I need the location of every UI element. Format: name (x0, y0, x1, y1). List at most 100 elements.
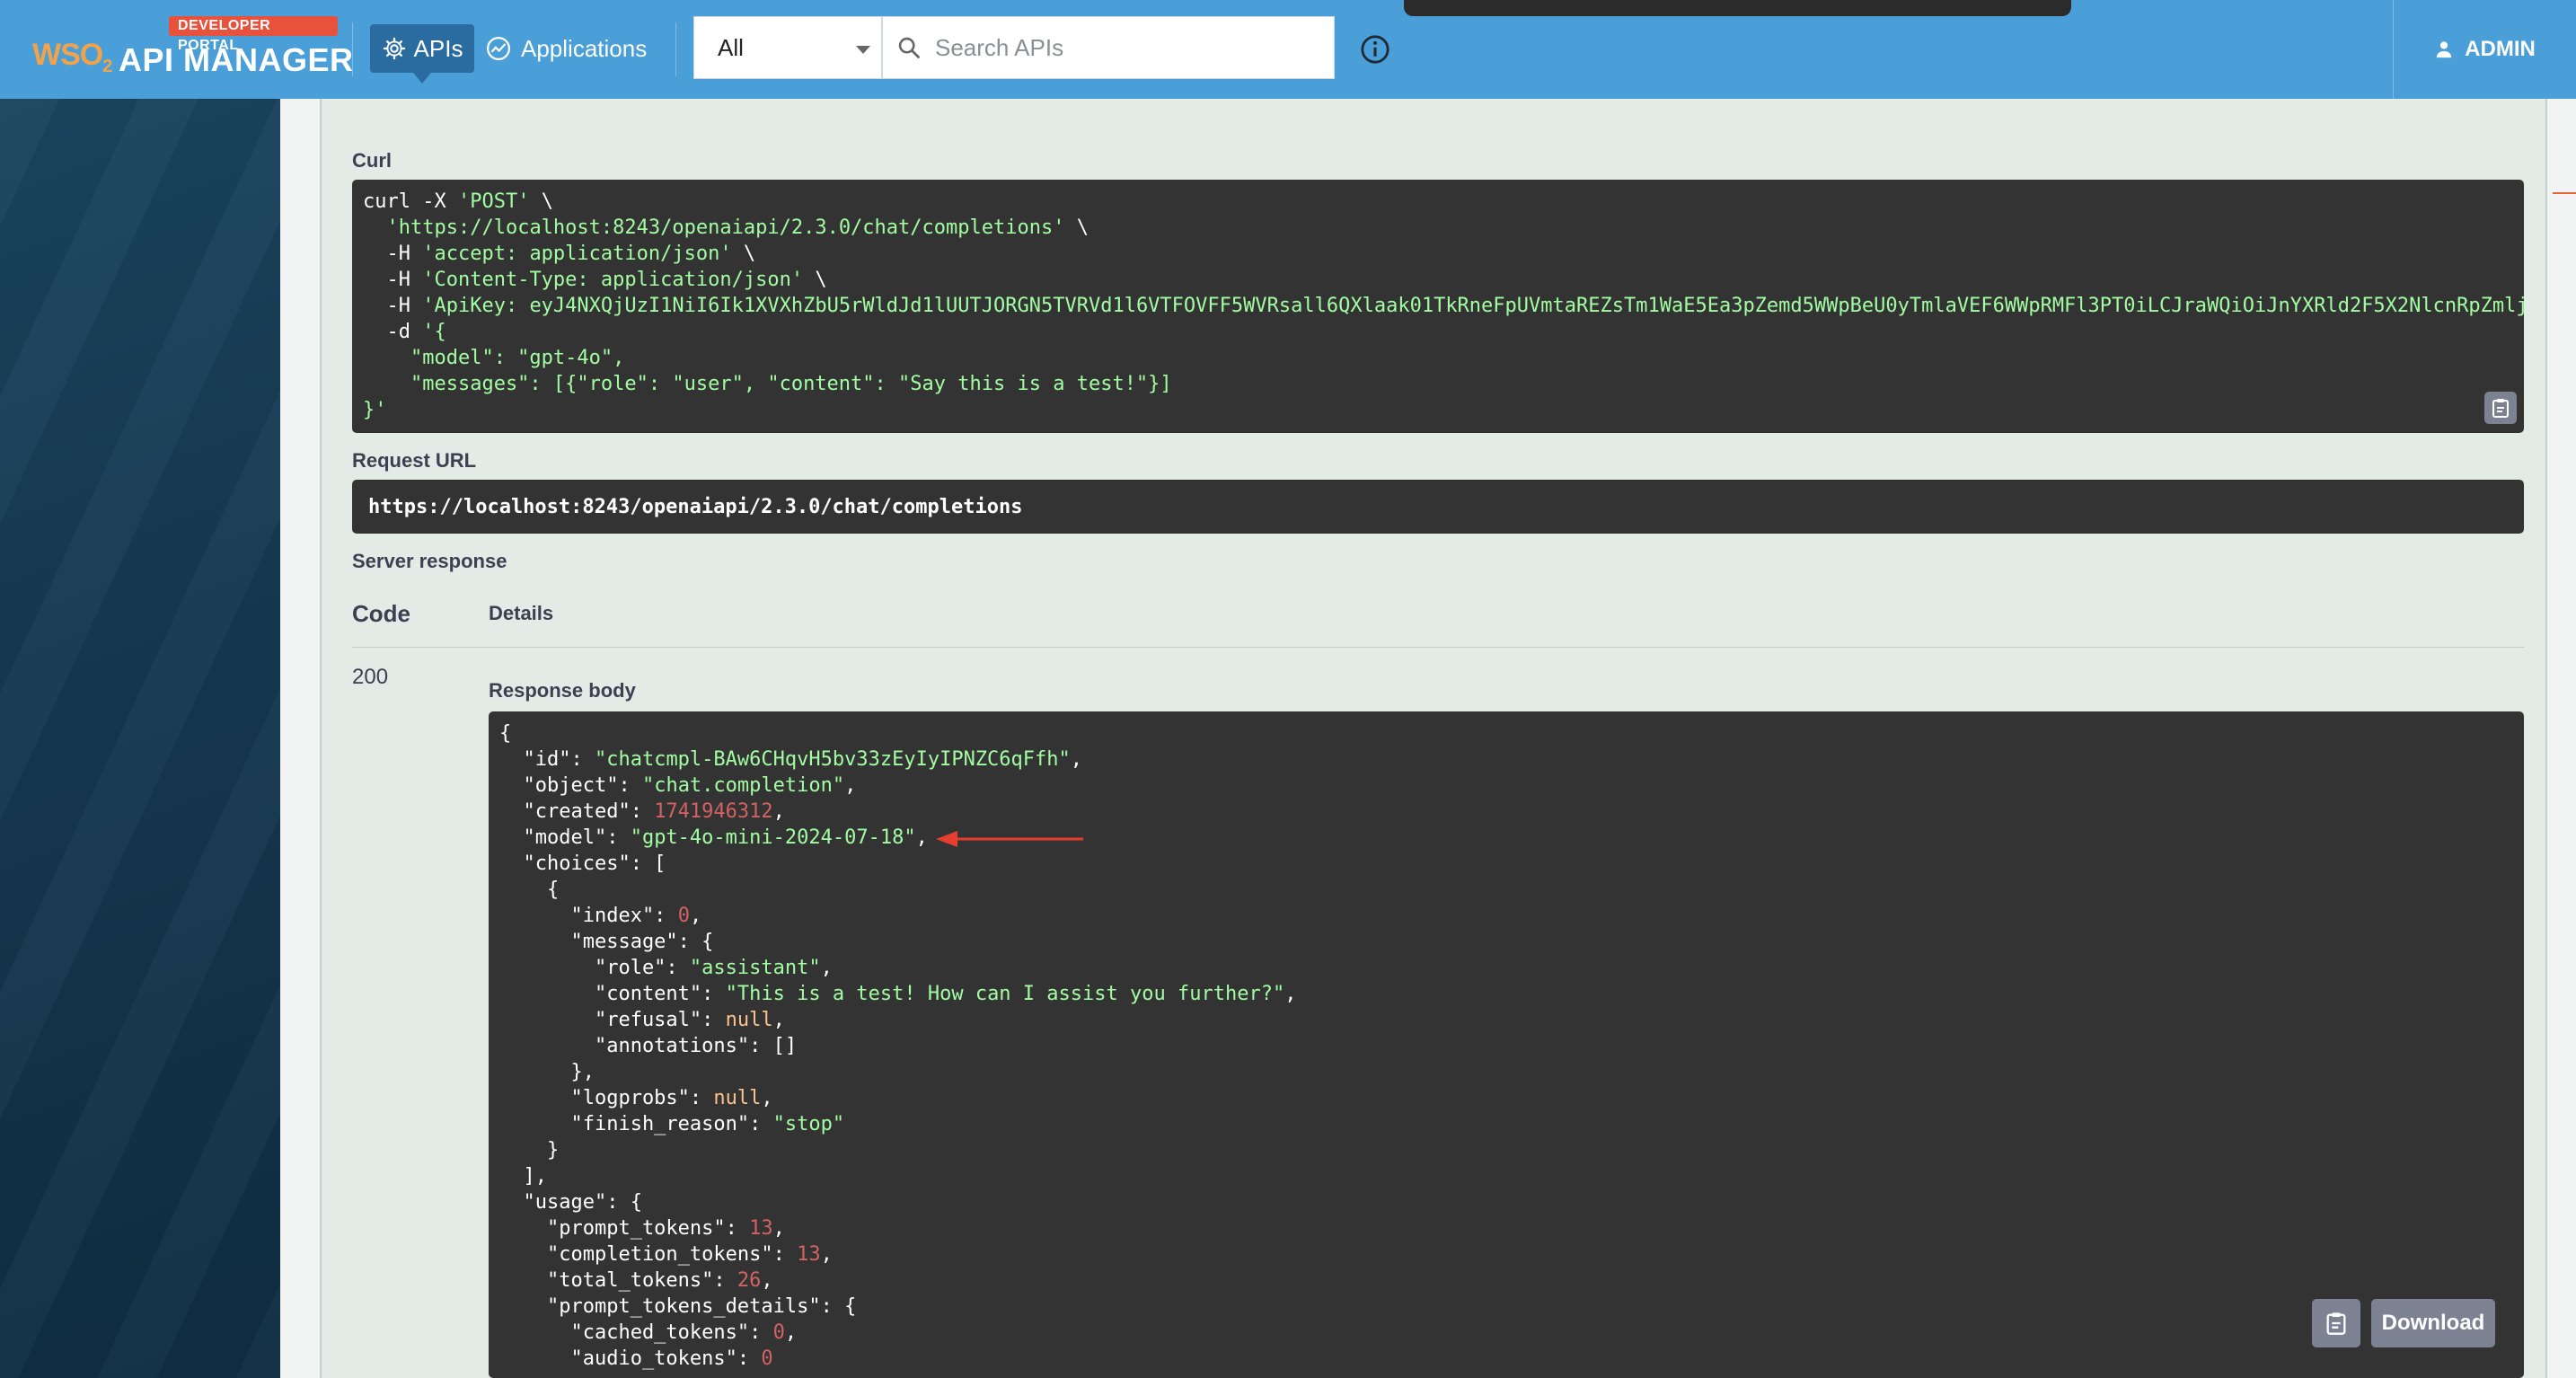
info-icon[interactable] (1360, 34, 1390, 65)
user-name: ADMIN (2465, 37, 2536, 61)
response-line: "total_tokens": 26, (499, 1268, 2513, 1294)
code-token: , (820, 957, 833, 979)
code-token: \ (803, 269, 827, 291)
code-token: \ (1064, 216, 1089, 239)
code-token: , (761, 1087, 773, 1109)
request-url-block[interactable]: https://localhost:8243/openaiapi/2.3.0/c… (352, 480, 2524, 534)
code-token: , (784, 1321, 798, 1344)
code-token: 0 (772, 1321, 785, 1344)
code-token: "refusal": (499, 1009, 726, 1031)
code-token: "messages": [{"role": "user", "content":… (363, 373, 1172, 395)
code-token: , (844, 774, 857, 797)
response-line: "completion_tokens": 13, (499, 1241, 2513, 1268)
code-token: ], (499, 1165, 547, 1188)
code-token: -H (363, 295, 423, 317)
response-line: "message": { (499, 929, 2513, 955)
code-token: "index": (499, 905, 678, 927)
copy-curl-button[interactable] (2484, 392, 2517, 424)
code-token: , (772, 1217, 785, 1240)
response-line: }, (499, 1059, 2513, 1085)
header-divider (675, 22, 676, 76)
response-body-label: Response body (489, 679, 636, 702)
code-token: , (1284, 983, 1297, 1005)
code-token: "prompt_tokens": (499, 1217, 750, 1240)
curl-label: Curl (352, 149, 392, 172)
user-menu[interactable]: ADMIN (2393, 0, 2576, 99)
code-token: , (1070, 748, 1083, 771)
code-token: , (772, 1009, 785, 1031)
code-token: 'ApiKey: eyJ4NXQjUzI1NiI6Ik1XVXhZbU5rWld… (422, 295, 2524, 317)
code-token: "stop" (772, 1113, 845, 1135)
code-token: "logprobs": (499, 1087, 714, 1109)
response-line: "content": "This is a test! How can I as… (499, 981, 2513, 1007)
left-sidebar (0, 99, 280, 1378)
annotation-arrow (936, 831, 1083, 847)
download-button[interactable]: Download (2371, 1299, 2495, 1347)
wso2-logo-mark: WSO2 (32, 38, 112, 76)
code-token: null (725, 1009, 773, 1031)
code-token: 0 (761, 1347, 773, 1370)
code-token: 'https://localhost:8243/openaiapi/2.3.0/… (386, 216, 1065, 239)
scroll-marker (2553, 192, 2576, 194)
top-app-bar: DEVELOPER PORTAL WSO2 API MANAGER APIs A… (0, 0, 2576, 99)
copy-response-button[interactable] (2312, 1299, 2360, 1347)
curl-line: -d '{ (363, 319, 2513, 345)
response-line: "index": 0, (499, 903, 2513, 929)
curl-line: curl -X 'POST' \ (363, 189, 2513, 215)
code-token: "audio_tokens": (499, 1347, 762, 1370)
code-column-header: Code (352, 600, 410, 627)
code-token: { (499, 722, 512, 745)
request-url-label: Request URL (352, 449, 477, 472)
curl-line: -H 'ApiKey: eyJ4NXQjUzI1NiI6Ik1XVXhZbU5r… (363, 293, 2524, 319)
response-line: "annotations": [] (499, 1033, 2513, 1059)
search-filter-select[interactable]: All (693, 16, 882, 79)
table-divider (352, 647, 2524, 648)
code-token: "finish_reason": (499, 1113, 773, 1135)
response-line: "id": "chatcmpl-BAw6CHqvH5bv33zEyIyIPNZC… (499, 746, 2513, 773)
code-token: "assistant" (689, 957, 821, 979)
curl-line: -H 'accept: application/json' \ (363, 241, 2513, 267)
curl-line: }' (363, 397, 2513, 423)
response-line: "object": "chat.completion", (499, 773, 2513, 799)
search-field[interactable] (882, 16, 1335, 79)
response-line: ], (499, 1163, 2513, 1189)
curl-code-block[interactable]: curl -X 'POST' \ 'https://localhost:8243… (352, 180, 2524, 433)
code-token: -H (363, 269, 423, 291)
curl-line: -H 'Content-Type: application/json' \ (363, 267, 2513, 293)
response-line: "model": "gpt-4o-mini-2024-07-18", (499, 825, 2513, 851)
code-token: } (499, 1139, 560, 1162)
code-token: -H (363, 243, 423, 265)
response-body-json: { "id": "chatcmpl-BAw6CHqvH5bv33zEyIyIPN… (489, 711, 2524, 1378)
response-body-block[interactable]: { "id": "chatcmpl-BAw6CHqvH5bv33zEyIyIPN… (489, 711, 2524, 1378)
code-token: "object": (499, 774, 642, 797)
code-token: "annotations": [] (499, 1035, 798, 1057)
code-token: 13 (749, 1217, 773, 1240)
code-token: , (820, 1243, 833, 1266)
code-token: 1741946312 (654, 800, 773, 823)
code-token: "usage": { (499, 1191, 642, 1214)
search-filter-value: All (718, 33, 744, 61)
code-token: "total_tokens": (499, 1269, 737, 1292)
applications-icon (487, 37, 510, 60)
details-column-header: Details (489, 602, 554, 624)
response-line: "choices": [ (499, 851, 2513, 877)
code-token: }, (499, 1061, 595, 1083)
curl-line: "messages": [{"role": "user", "content":… (363, 371, 2513, 397)
code-token: 'POST' (457, 190, 530, 213)
code-token: "created": (499, 800, 655, 823)
product-name: API MANAGER (119, 41, 354, 78)
response-line: "role": "assistant", (499, 955, 2513, 981)
brand-logo[interactable]: DEVELOPER PORTAL WSO2 API MANAGER (32, 16, 353, 84)
code-token: "model": (499, 826, 631, 849)
search-input[interactable] (935, 33, 1312, 62)
response-status-code: 200 (352, 665, 389, 689)
code-token: "chatcmpl-BAw6CHqvH5bv33zEyIyIPNZC6qFfh" (594, 748, 1071, 771)
user-icon (2436, 41, 2452, 58)
nav-apis[interactable]: APIs (370, 24, 474, 84)
code-token: , (772, 800, 785, 823)
code-token: , (689, 905, 702, 927)
nav-applications[interactable]: Applications (485, 24, 647, 73)
response-line: "audio_tokens": 0 (499, 1346, 2513, 1372)
code-token: 13 (797, 1243, 821, 1266)
curl-command: curl -X 'POST' \ 'https://localhost:8243… (352, 180, 2524, 432)
